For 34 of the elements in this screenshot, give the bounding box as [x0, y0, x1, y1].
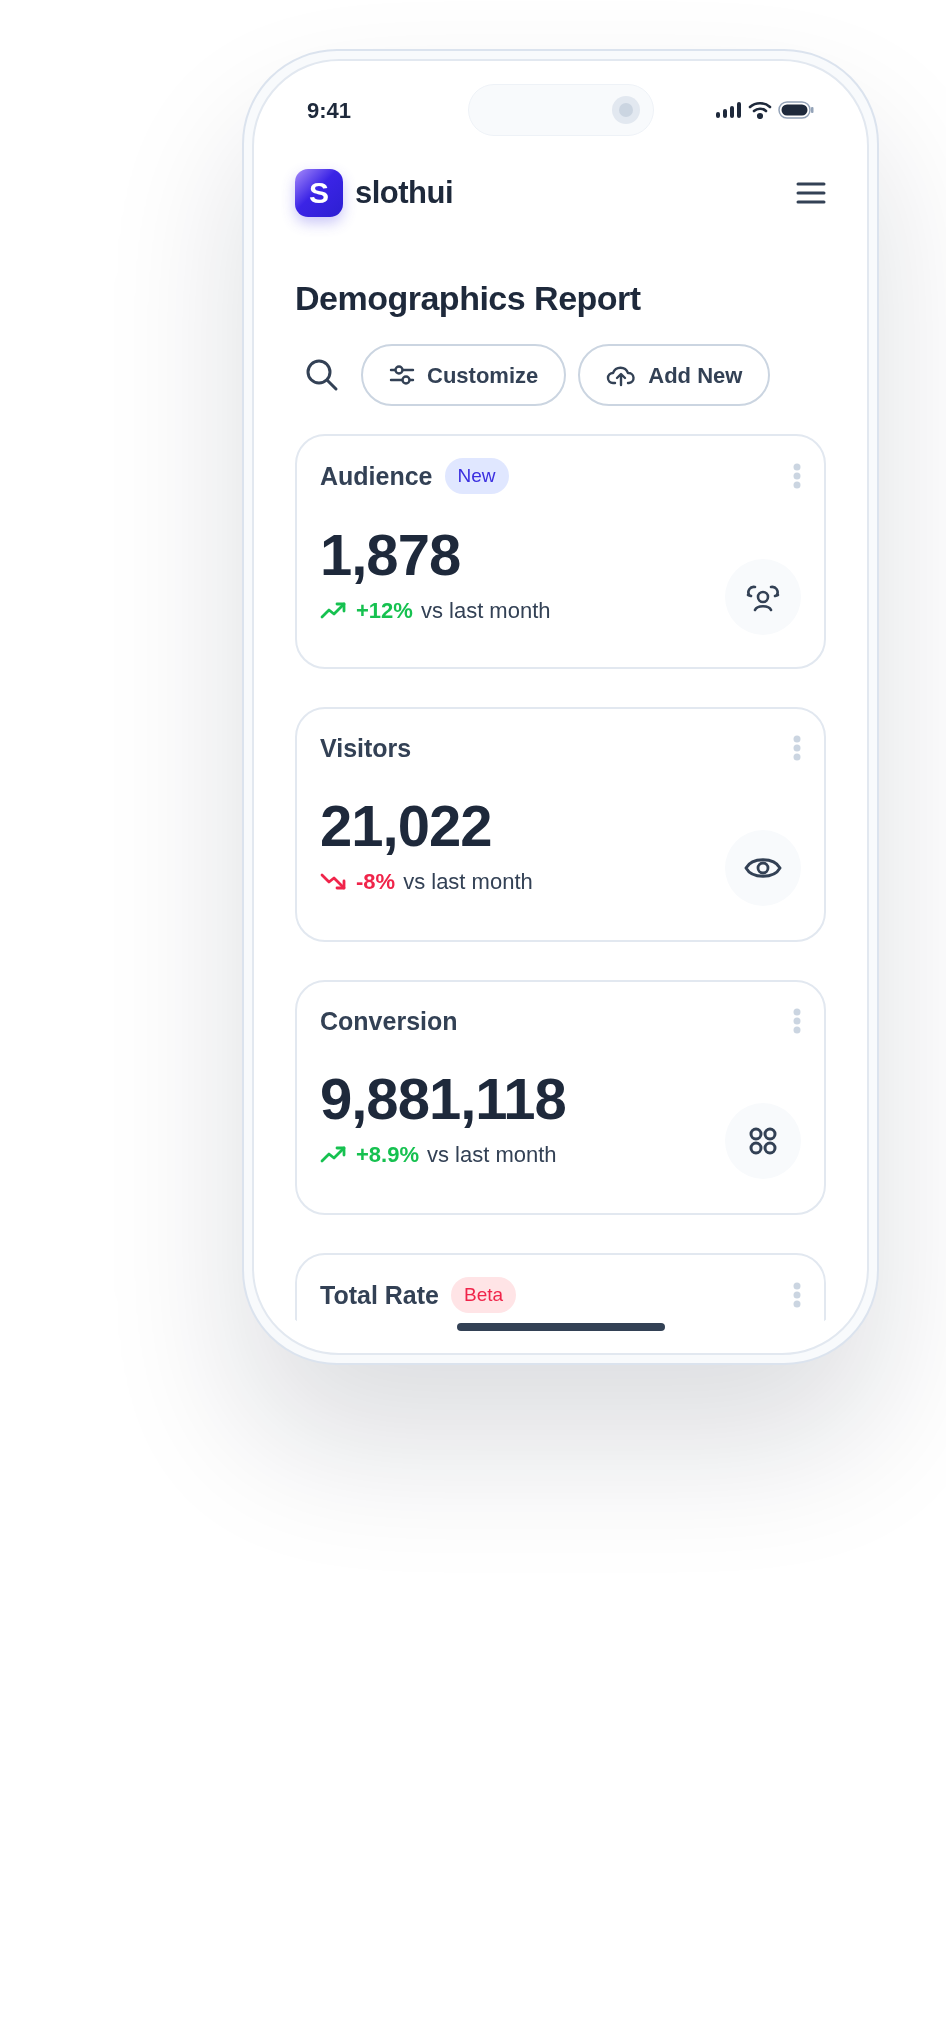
- wifi-icon: [748, 101, 772, 119]
- logo-letter: S: [309, 178, 329, 208]
- card-title: Visitors: [320, 733, 412, 764]
- status-badge: Beta: [451, 1277, 517, 1313]
- more-icon[interactable]: [793, 463, 801, 489]
- status-badge: New: [444, 458, 509, 494]
- card-title: Total Rate: [320, 1280, 439, 1311]
- four-circles-icon: [748, 1126, 778, 1156]
- more-icon[interactable]: [793, 735, 801, 761]
- signal-icon: [716, 102, 742, 118]
- menu-icon[interactable]: [796, 181, 826, 205]
- change-percent: +12%: [356, 597, 413, 625]
- search-icon[interactable]: [305, 358, 339, 392]
- toolbar-button[interactable]: Add New: [578, 344, 771, 406]
- page-title: Demographics Report: [294, 278, 642, 319]
- more-icon[interactable]: [793, 1008, 801, 1034]
- battery-icon: [778, 101, 814, 119]
- camera-icon: [610, 95, 641, 125]
- sliders-icon: [389, 364, 415, 386]
- card-title: Audience: [320, 461, 433, 492]
- eye-icon: [744, 855, 782, 881]
- status-time: 9:41: [307, 96, 353, 125]
- change-percent: +8.9%: [356, 1141, 419, 1169]
- comparison-label: vs last month: [420, 597, 551, 625]
- metric-value: 21,022: [320, 792, 493, 860]
- change-percent: -8%: [356, 868, 396, 896]
- card-title: Conversion: [320, 1006, 458, 1037]
- toolbar-button[interactable]: Customize: [361, 344, 567, 406]
- metric-value: 9,881,118: [320, 1065, 566, 1133]
- metric-value: 1,878: [320, 521, 462, 589]
- comparison-label: vs last month: [427, 1141, 557, 1169]
- more-icon[interactable]: [793, 1282, 801, 1308]
- comparison-label: vs last month: [403, 868, 533, 896]
- brand-name: slothui: [355, 173, 454, 212]
